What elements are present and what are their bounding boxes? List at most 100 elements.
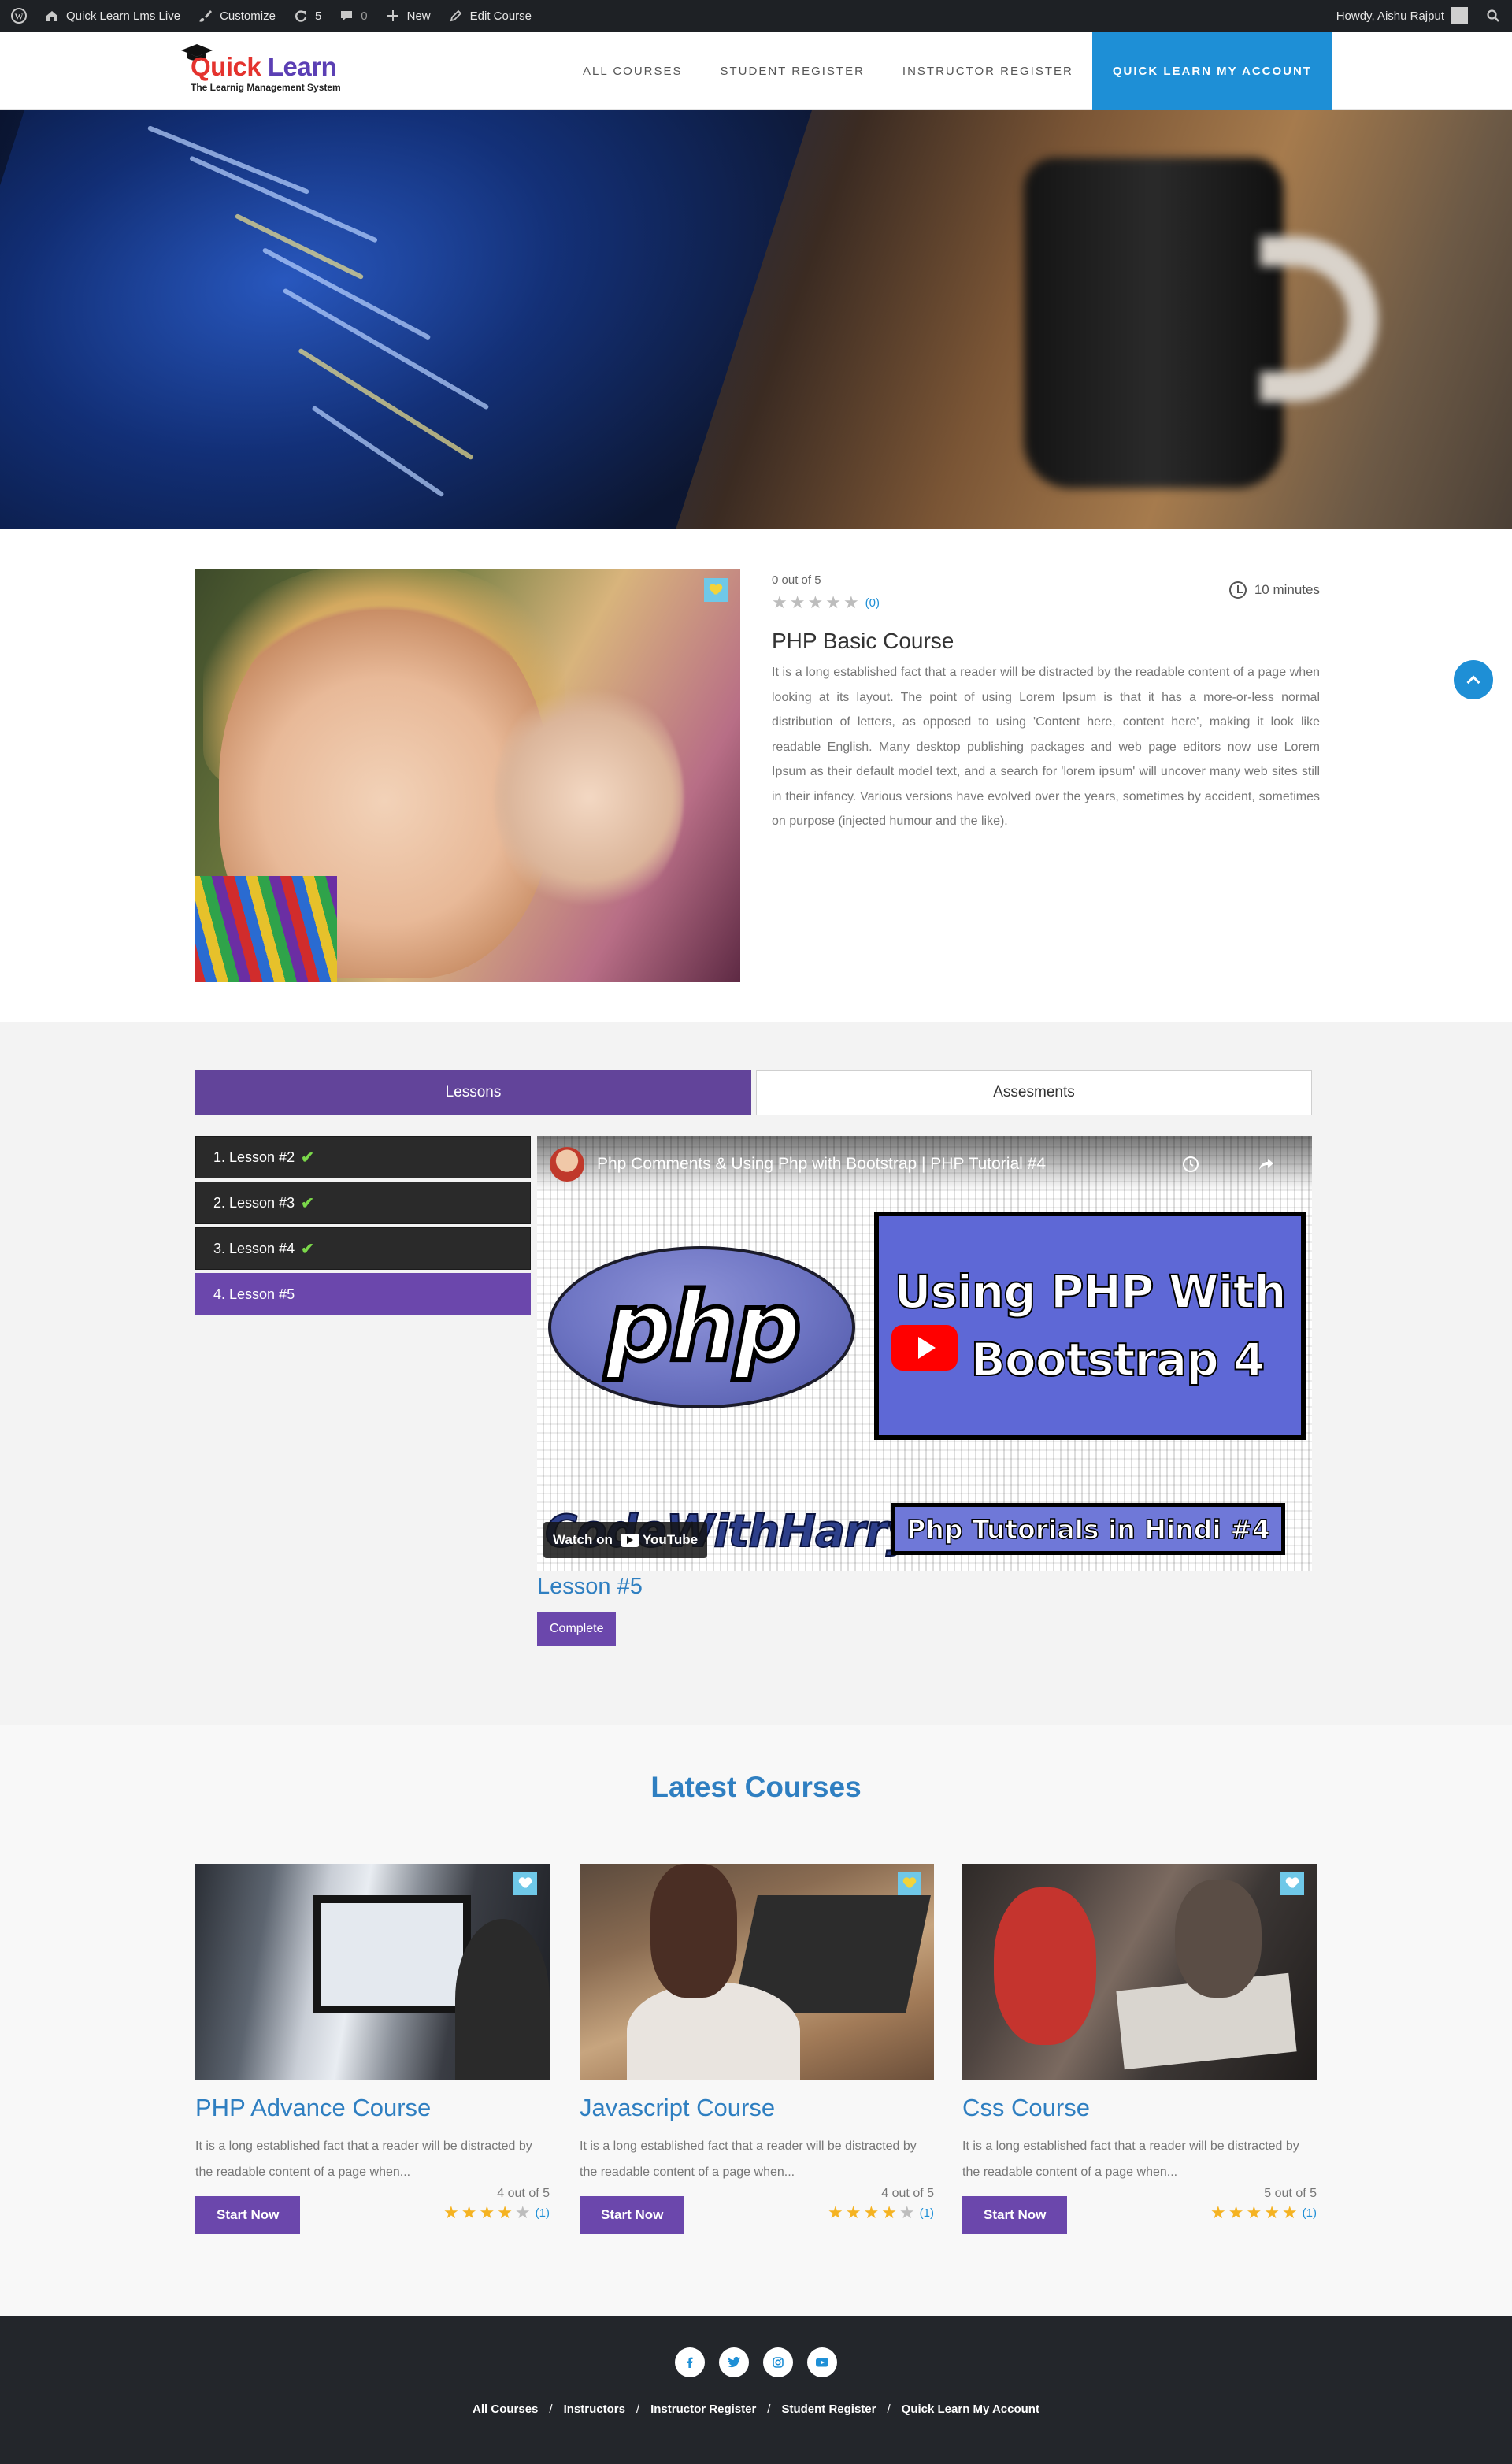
footer-separator: / [767,2403,771,2416]
user-account-menu[interactable]: Howdy, Aishu Rajput [1336,7,1468,24]
mug-handle-graphic [1260,236,1378,402]
svg-text:W: W [15,13,24,22]
star-icon: ★ [843,592,859,612]
site-logo[interactable]: Quick Learn The Learnig Management Syste… [180,44,361,99]
instagram-icon[interactable] [763,2347,793,2377]
comment-icon [339,8,354,24]
plus-icon [385,8,401,24]
customize-label: Customize [220,9,276,23]
comments-link[interactable]: 0 [339,8,368,24]
start-now-button[interactable]: Start Now [962,2196,1068,2234]
footer-link-instructors[interactable]: Instructors [564,2403,625,2416]
wishlist-button[interactable] [704,578,728,602]
course-card-image[interactable] [195,1864,550,2080]
site-name-link[interactable]: Quick Learn Lms Live [44,8,180,24]
tab-lessons[interactable]: Lessons [195,1070,751,1115]
play-icon [918,1337,936,1359]
rating-count-link[interactable]: (0) [865,596,880,610]
channel-avatar[interactable] [550,1147,584,1182]
lesson-item[interactable]: 2. Lesson #3 ✔ [195,1182,531,1224]
pencil-icon [448,8,464,24]
twitter-icon[interactable] [719,2347,749,2377]
latest-courses-section: Latest Courses PHP Advance Course It is … [0,1725,1512,2316]
chevron-up-icon [1466,675,1480,689]
edit-course-label: Edit Course [469,9,532,23]
course-card-title[interactable]: Javascript Course [580,2094,934,2122]
home-icon [44,8,60,24]
avatar [1451,7,1468,24]
youtube-icon[interactable] [807,2347,837,2377]
course-card-title[interactable]: PHP Advance Course [195,2094,550,2122]
course-card-description: It is a long established fact that a rea… [580,2139,917,2179]
lesson-item[interactable]: 3. Lesson #4 ✔ [195,1227,531,1270]
share-icon[interactable] [1249,1147,1284,1182]
course-card-image[interactable] [962,1864,1317,2080]
wordpress-menu[interactable]: W [11,8,27,24]
thumbnail-line-2: Bootstrap 4 [970,1332,1266,1387]
video-player[interactable]: php Using PHP With Bootstrap 4 CodeWithH… [537,1136,1312,1571]
rating-text: 4 out of 5 [881,2187,934,2200]
start-now-button[interactable]: Start Now [195,2196,301,2234]
admin-bar-left: W Quick Learn Lms Live Customize 5 0 New… [11,8,532,24]
social-links [0,2347,1512,2377]
updates-link[interactable]: 5 [293,8,321,24]
nav-my-account[interactable]: QUICK LEARN MY ACCOUNT [1091,32,1332,110]
rating-count-link[interactable]: (1) [1303,2206,1317,2220]
course-rating: ★ ★ ★ ★ ★ (0) [772,594,880,611]
wishlist-button[interactable] [1280,1872,1304,1895]
star-icon: ★ [789,592,806,612]
watch-later-icon[interactable] [1173,1147,1208,1182]
facebook-icon[interactable] [675,2347,705,2377]
customize-link[interactable]: Customize [198,8,276,24]
nav-instructor-register[interactable]: INSTRUCTOR REGISTER [884,32,1092,110]
rating-count-link[interactable]: (1) [920,2206,934,2220]
course-card: Javascript Course It is a long establish… [580,1864,934,2236]
nav-student-register[interactable]: STUDENT REGISTER [702,32,884,110]
logo-title-learn: Learn [267,52,337,81]
checkmark-icon: ✔ [301,1149,314,1167]
refresh-icon [293,8,309,24]
course-card-image[interactable] [580,1864,934,2080]
heart-icon [710,584,722,596]
edit-course-link[interactable]: Edit Course [448,8,532,24]
course-rating-text: 0 out of 5 [772,573,821,587]
tab-assessments[interactable]: Assesments [756,1070,1312,1115]
site-footer: All Courses / Instructors / Instructor R… [0,2316,1512,2464]
footer-link-my-account[interactable]: Quick Learn My Account [902,2403,1040,2416]
lesson-item-active[interactable]: 4. Lesson #5 [195,1273,531,1315]
logo-title: Quick Learn [191,52,337,82]
logo-subtitle: The Learnig Management System [191,82,341,93]
footer-link-instructor-register[interactable]: Instructor Register [650,2403,756,2416]
wishlist-button[interactable] [513,1872,537,1895]
star-icon: ★ [881,2202,897,2222]
rating-stars: ★ ★ ★ ★ ★ [772,594,859,611]
wishlist-button[interactable] [898,1872,921,1895]
image-shape [455,1919,550,2080]
start-now-button[interactable]: Start Now [580,2196,685,2234]
series-label: Php Tutorials in Hindi #4 [906,1513,1270,1546]
new-content-link[interactable]: New [385,8,431,24]
rating-stars: ★ ★ ★ ★ ★ [443,2204,531,2221]
rating-text: 4 out of 5 [497,2187,550,2200]
course-card: Css Course It is a long established fact… [962,1864,1317,2236]
heart-icon [519,1878,532,1889]
rating-text: 5 out of 5 [1264,2187,1317,2200]
star-icon: ★ [497,2202,513,2222]
footer-link-student-register[interactable]: Student Register [781,2403,876,2416]
howdy-label: Howdy, Aishu Rajput [1336,9,1444,23]
footer-link-all-courses[interactable]: All Courses [472,2403,538,2416]
complete-button[interactable]: Complete [537,1612,617,1646]
search-icon[interactable] [1485,8,1501,24]
rating-count-link[interactable]: (1) [536,2206,550,2220]
youtube-play-button[interactable] [891,1325,958,1371]
course-card-title[interactable]: Css Course [962,2094,1317,2122]
scroll-to-top-button[interactable] [1454,660,1493,699]
lesson-item[interactable]: 1. Lesson #2 ✔ [195,1136,531,1178]
video-title[interactable]: Php Comments & Using Php with Bootstrap … [597,1155,1046,1174]
new-label: New [406,9,431,23]
course-card-footer: Start Now 4 out of 5 ★ ★ ★ ★ ★ (1) [580,2187,934,2236]
star-icon: ★ [827,2202,843,2222]
watch-on-youtube-button[interactable]: Watch on YouTube [543,1522,708,1558]
footer-separator: / [887,2403,891,2416]
nav-all-courses[interactable]: ALL COURSES [564,32,701,110]
